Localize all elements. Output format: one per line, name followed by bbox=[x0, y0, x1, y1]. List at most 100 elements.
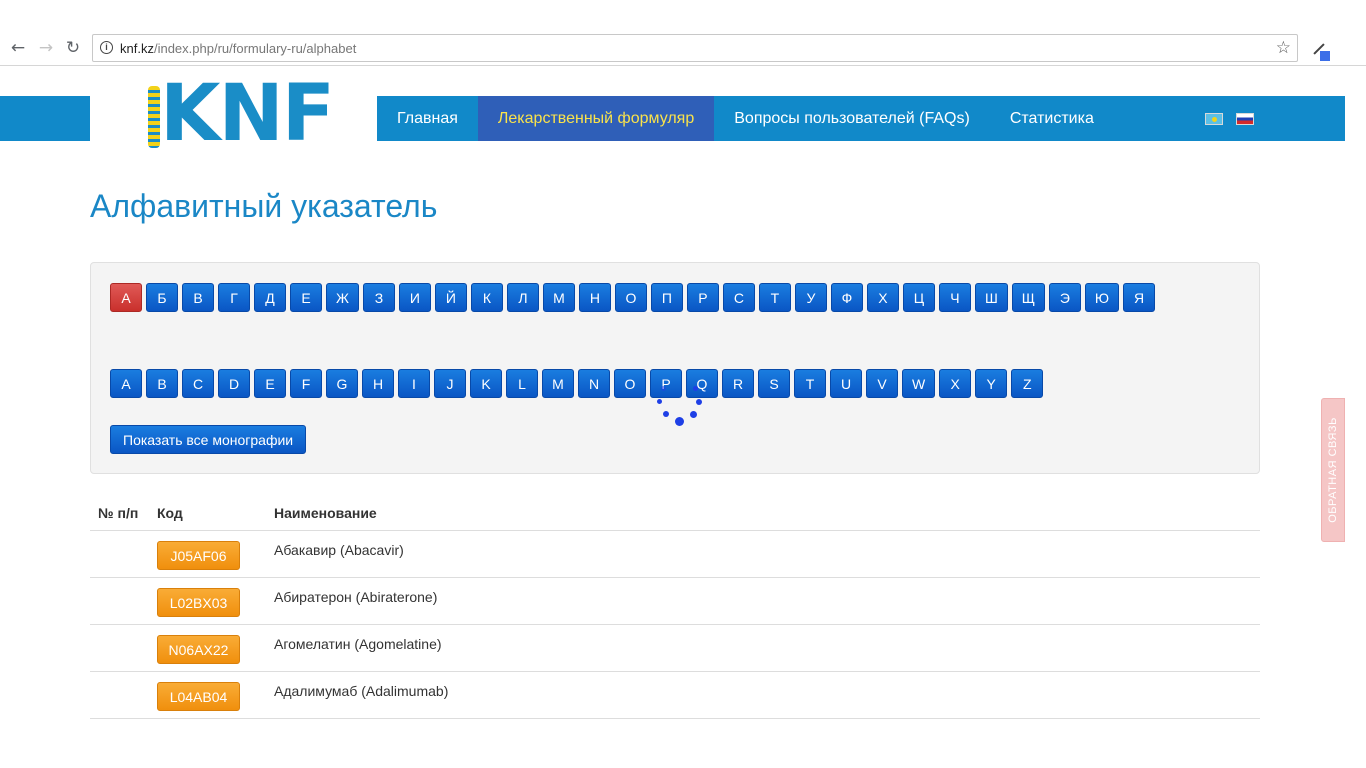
cyrillic-letter-button[interactable]: Я bbox=[1123, 283, 1156, 312]
cyrillic-letter-button[interactable]: М bbox=[542, 283, 575, 312]
cyrillic-letter-button[interactable]: И bbox=[398, 283, 431, 312]
latin-letter-button[interactable]: J bbox=[434, 369, 466, 398]
latin-letter-button[interactable]: T bbox=[794, 369, 826, 398]
cyrillic-letter-button[interactable]: Д bbox=[254, 283, 286, 312]
atc-code-button[interactable]: L04AB04 bbox=[157, 682, 240, 711]
cyrillic-letter-button[interactable]: Л bbox=[506, 283, 539, 312]
cyrillic-letter-button[interactable]: А bbox=[110, 283, 142, 312]
back-icon[interactable]: ← bbox=[8, 38, 28, 58]
cyrillic-letter-button[interactable]: З bbox=[362, 283, 395, 312]
forward-icon[interactable]: → bbox=[36, 38, 56, 58]
table-row: L02BX03 Абиратерон (Abiraterone) bbox=[90, 578, 1260, 625]
atc-code-button[interactable]: L02BX03 bbox=[157, 588, 240, 617]
cyrillic-letter-button[interactable]: Ю bbox=[1084, 283, 1120, 312]
latin-letter-button[interactable]: W bbox=[902, 369, 936, 398]
menu-item-home[interactable]: Главная bbox=[377, 96, 478, 141]
table-header: № п/п Код Наименование bbox=[90, 495, 1260, 531]
ru-flag-icon[interactable] bbox=[1236, 113, 1254, 125]
cyrillic-letter-row: АБВГДЕЖЗИЙКЛМНОПРСТУФХЦЧШЩЭЮЯ bbox=[110, 283, 1242, 312]
drug-name: Абакавир (Abacavir) bbox=[274, 542, 404, 558]
cyrillic-letter-button[interactable]: Э bbox=[1048, 283, 1081, 312]
latin-letter-button[interactable]: Z bbox=[1011, 369, 1044, 398]
cyrillic-letter-button[interactable]: С bbox=[722, 283, 755, 312]
menu-item-faqs[interactable]: Вопросы пользователей (FAQs) bbox=[714, 96, 990, 141]
latin-letter-button[interactable]: Y bbox=[975, 369, 1008, 398]
latin-letter-button[interactable]: L bbox=[506, 369, 538, 398]
logo-text: KNF bbox=[160, 69, 335, 159]
row-num bbox=[90, 578, 150, 624]
cyrillic-letter-button[interactable]: Ц bbox=[902, 283, 935, 312]
latin-letter-button[interactable]: M bbox=[542, 369, 574, 398]
site-info-icon[interactable]: i bbox=[100, 41, 113, 54]
latin-letter-button[interactable]: C bbox=[182, 369, 214, 398]
row-num bbox=[90, 625, 150, 671]
menu-item-statistics[interactable]: Статистика bbox=[990, 96, 1114, 141]
cyrillic-letter-button[interactable]: Ж bbox=[326, 283, 359, 312]
cyrillic-letter-button[interactable]: Ч bbox=[938, 283, 971, 312]
latin-letter-button[interactable]: X bbox=[939, 369, 972, 398]
url-text[interactable]: knf.kz/index.php/ru/formulary-ru/alphabe… bbox=[120, 41, 356, 56]
kz-flag-icon[interactable] bbox=[1205, 113, 1223, 125]
cyrillic-letter-button[interactable]: Х bbox=[866, 283, 899, 312]
latin-letter-button[interactable]: F bbox=[290, 369, 322, 398]
drug-name: Абиратерон (Abiraterone) bbox=[274, 589, 438, 605]
latin-letter-button[interactable]: B bbox=[146, 369, 178, 398]
latin-letter-button[interactable]: H bbox=[362, 369, 394, 398]
cyrillic-letter-button[interactable]: Ф bbox=[830, 283, 863, 312]
header-name: Наименование bbox=[274, 504, 377, 521]
monographs-table: № п/п Код Наименование J05AF06 Абакавир (… bbox=[90, 495, 1260, 719]
atc-code-button[interactable]: N06AX22 bbox=[157, 635, 240, 664]
latin-letter-button[interactable]: N bbox=[578, 369, 610, 398]
cyrillic-letter-button[interactable]: Н bbox=[578, 283, 611, 312]
drug-name: Агомелатин (Agomelatine) bbox=[274, 636, 442, 652]
cyrillic-letter-button[interactable]: К bbox=[470, 283, 503, 312]
latin-letter-button[interactable]: V bbox=[866, 369, 898, 398]
latin-letter-button[interactable]: D bbox=[218, 369, 250, 398]
cyrillic-letter-button[interactable]: Р bbox=[686, 283, 719, 312]
header-num: № п/п bbox=[98, 504, 139, 521]
cyrillic-letter-button[interactable]: Ш bbox=[974, 283, 1008, 312]
show-all-monographs-button[interactable]: Показать все монографии bbox=[110, 425, 307, 454]
table-row: J05AF06 Абакавир (Abacavir) bbox=[90, 531, 1260, 578]
cyrillic-letter-button[interactable]: Е bbox=[290, 283, 322, 312]
row-num bbox=[90, 531, 150, 577]
header-code: Код bbox=[157, 504, 183, 521]
feedback-tab[interactable]: ОБРАТНАЯ СВЯЗЬ bbox=[1321, 398, 1345, 542]
cyrillic-letter-button[interactable]: У bbox=[794, 283, 827, 312]
extension-icon[interactable] bbox=[1310, 39, 1332, 61]
latin-letter-button[interactable]: I bbox=[398, 369, 430, 398]
bookmark-star-icon[interactable]: ☆ bbox=[1276, 38, 1291, 58]
cyrillic-letter-button[interactable]: Б bbox=[146, 283, 178, 312]
loading-spinner-icon bbox=[655, 383, 705, 433]
table-row: N06AX22 Агомелатин (Agomelatine) bbox=[90, 625, 1260, 672]
latin-letter-button[interactable]: S bbox=[758, 369, 790, 398]
alphabet-panel: АБВГДЕЖЗИЙКЛМНОПРСТУФХЦЧШЩЭЮЯ ABCDEFGHIJ… bbox=[90, 262, 1260, 474]
window-titlebar bbox=[0, 0, 1366, 30]
latin-letter-button[interactable]: G bbox=[326, 369, 358, 398]
latin-letter-button[interactable]: O bbox=[614, 369, 646, 398]
cyrillic-letter-button[interactable]: Щ bbox=[1011, 283, 1045, 312]
menu-item-formulary[interactable]: Лекарственный формуляр bbox=[477, 96, 715, 141]
cyrillic-letter-button[interactable]: Г bbox=[218, 283, 250, 312]
page-title: Алфавитный указатель bbox=[90, 188, 438, 224]
cyrillic-letter-button[interactable]: П bbox=[650, 283, 683, 312]
latin-letter-button[interactable]: K bbox=[470, 369, 502, 398]
browser-toolbar: ← → ↻ i knf.kz/index.php/ru/formulary-ru… bbox=[0, 30, 1366, 66]
latin-letter-button[interactable]: R bbox=[722, 369, 754, 398]
address-bar[interactable]: i knf.kz/index.php/ru/formulary-ru/alpha… bbox=[92, 34, 1298, 62]
latin-letter-button[interactable]: U bbox=[830, 369, 862, 398]
cyrillic-letter-button[interactable]: Т bbox=[758, 283, 791, 312]
cyrillic-letter-button[interactable]: О bbox=[614, 283, 647, 312]
cyrillic-letter-button[interactable]: В bbox=[182, 283, 214, 312]
drug-name: Адалимумаб (Adalimumab) bbox=[274, 683, 449, 699]
reload-icon[interactable]: ↻ bbox=[63, 38, 83, 58]
latin-letter-button[interactable]: A bbox=[110, 369, 142, 398]
atc-code-button[interactable]: J05AF06 bbox=[157, 541, 240, 570]
row-num bbox=[90, 672, 150, 718]
logo-ornament-icon bbox=[148, 86, 160, 148]
latin-letter-button[interactable]: E bbox=[254, 369, 286, 398]
main-menu: Главная Лекарственный формуляр Вопросы п… bbox=[377, 96, 1114, 141]
cyrillic-letter-button[interactable]: Й bbox=[434, 283, 467, 312]
table-row: L04AB04 Адалимумаб (Adalimumab) bbox=[90, 672, 1260, 719]
site-logo[interactable]: KNF bbox=[90, 74, 377, 154]
